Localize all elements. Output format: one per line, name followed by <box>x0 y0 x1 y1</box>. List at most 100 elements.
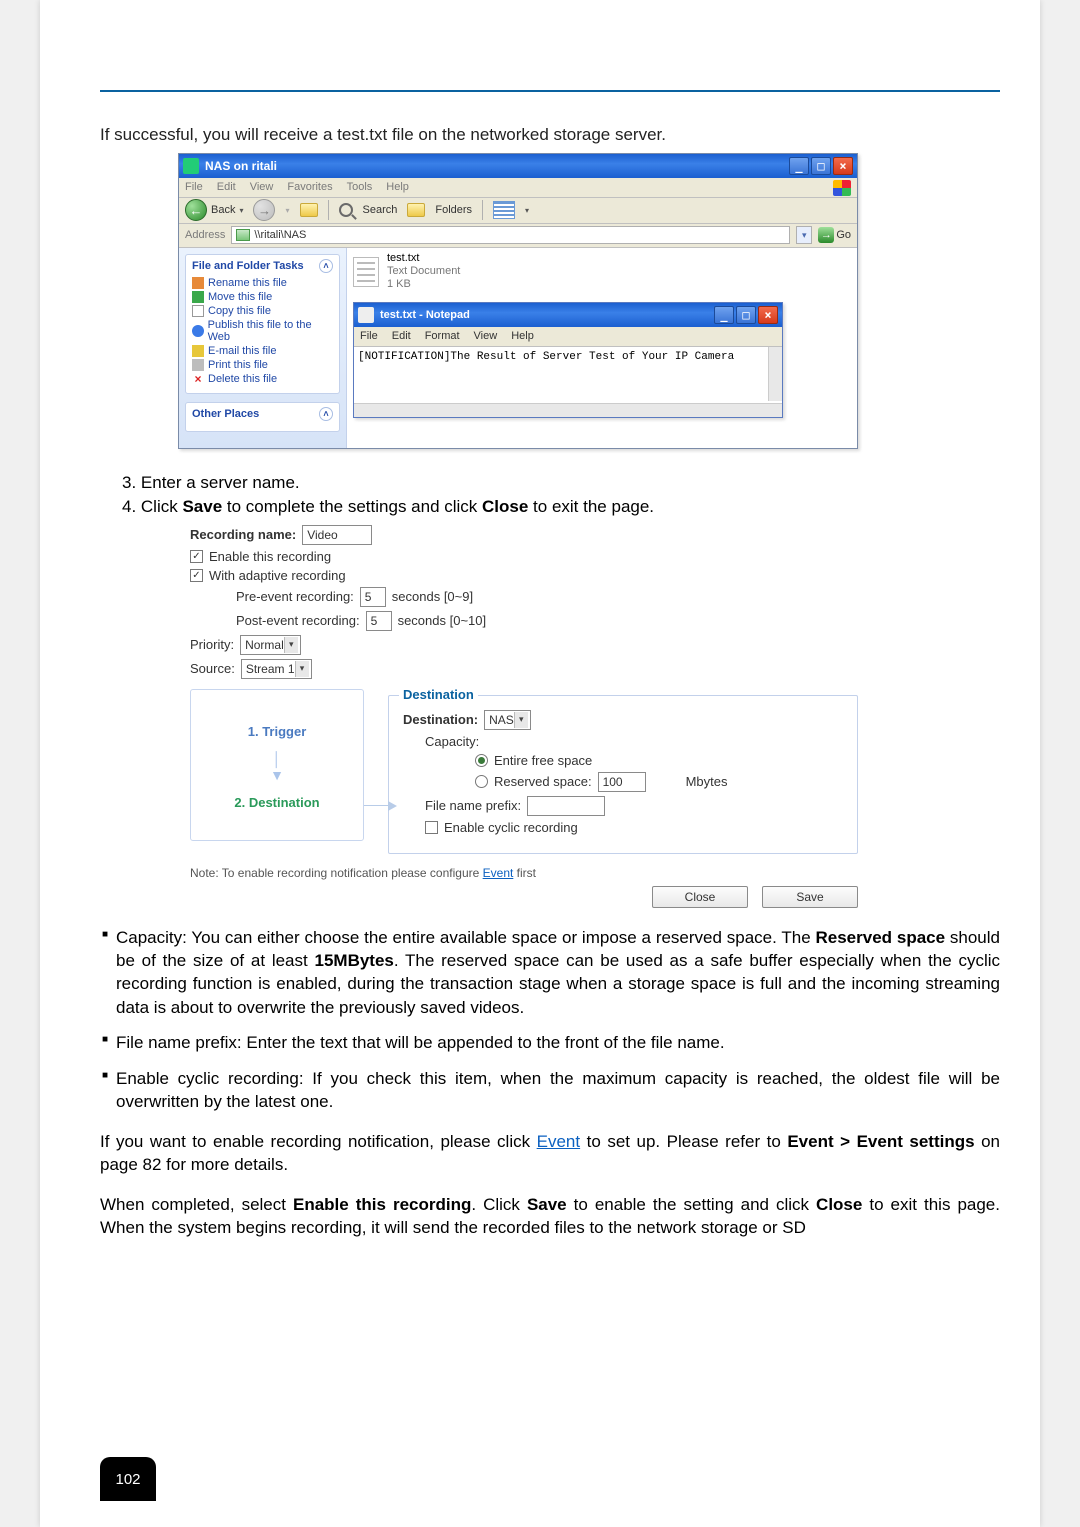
source-select[interactable]: Stream 1▾ <box>241 659 312 679</box>
menu-favorites[interactable]: Favorites <box>287 181 332 193</box>
adaptive-checkbox[interactable] <box>190 569 203 582</box>
explorer-title: NAS on ritali <box>205 159 277 173</box>
windows-flag-icon <box>833 180 851 196</box>
flow-connector <box>364 805 388 806</box>
address-bar: Address \\ritali\NAS ▾ → Go <box>179 224 857 248</box>
task-move[interactable]: Move this file <box>192 291 333 303</box>
flow-down-arrow-icon: │▼ <box>195 751 359 783</box>
file-type: Text Document <box>387 265 460 278</box>
enable-recording-label: Enable this recording <box>209 549 331 564</box>
back-button[interactable]: ← <box>185 199 207 221</box>
destination-label: Destination: <box>403 712 478 727</box>
go-arrow-icon[interactable]: → <box>818 227 834 243</box>
entire-space-radio[interactable] <box>475 754 488 767</box>
views-button[interactable] <box>493 201 515 219</box>
cyclic-checkbox[interactable] <box>425 821 438 834</box>
file-item[interactable]: test.txt Text Document 1 KB <box>353 252 851 292</box>
task-copy[interactable]: Copy this file <box>192 305 333 317</box>
menu-tools[interactable]: Tools <box>347 181 373 193</box>
prefix-label: File name prefix: <box>425 798 521 813</box>
reserved-space-label: Reserved space: <box>494 774 592 789</box>
bullet-cyclic: Enable cyclic recording: If you check th… <box>102 1067 1000 1114</box>
delete-icon: × <box>192 373 204 385</box>
flow-diagram: 1. Trigger │▼ 2. Destination <box>190 689 364 841</box>
up-folder-icon[interactable] <box>300 203 318 217</box>
notepad-title: test.txt - Notepad <box>380 309 470 321</box>
explorer-window: NAS on ritali _ □ × File Edit View Favor… <box>178 153 858 449</box>
collapse-icon[interactable]: ˄ <box>319 407 333 421</box>
destination-select[interactable]: NAS▾ <box>484 710 531 730</box>
priority-select[interactable]: Normal▾ <box>240 635 301 655</box>
post-event-label: Post-event recording: <box>236 613 360 628</box>
event-link[interactable]: Event <box>483 866 514 880</box>
np-menu-format[interactable]: Format <box>425 330 460 342</box>
adaptive-label: With adaptive recording <box>209 568 346 583</box>
np-menu-file[interactable]: File <box>360 330 378 342</box>
task-publish[interactable]: Publish this file to the Web <box>192 319 333 343</box>
close-button[interactable]: Close <box>652 886 748 908</box>
recording-name-input[interactable]: Video <box>302 525 372 545</box>
file-size: 1 KB <box>387 278 460 291</box>
search-icon[interactable] <box>339 203 353 217</box>
task-rename[interactable]: Rename this file <box>192 277 333 289</box>
notepad-menubar: File Edit Format View Help <box>354 327 782 347</box>
explorer-app-icon <box>183 158 199 174</box>
cyclic-label: Enable cyclic recording <box>444 820 578 835</box>
explorer-task-pane: File and Folder Tasks ˄ Rename this file… <box>179 248 347 448</box>
close-button[interactable]: × <box>833 157 853 175</box>
address-dropdown[interactable]: ▾ <box>796 226 812 244</box>
task-delete[interactable]: ×Delete this file <box>192 373 333 385</box>
post-event-input[interactable]: 5 <box>366 611 392 631</box>
chevron-down-icon: ▾ <box>284 637 298 653</box>
step-4: 4. Click Save to complete the settings a… <box>122 495 1000 519</box>
menu-view[interactable]: View <box>250 181 274 193</box>
bullet-prefix: File name prefix: Enter the text that wi… <box>102 1031 1000 1054</box>
header-band <box>100 20 1000 92</box>
notepad-maximize[interactable]: □ <box>736 306 756 324</box>
note-text: Note: To enable recording notification p… <box>190 866 858 880</box>
explorer-menubar: File Edit View Favorites Tools Help <box>179 178 857 198</box>
task-print[interactable]: Print this file <box>192 359 333 371</box>
back-label: Back <box>211 204 235 216</box>
np-menu-edit[interactable]: Edit <box>392 330 411 342</box>
collapse-icon[interactable]: ˄ <box>319 259 333 273</box>
chevron-down-icon: ▾ <box>514 712 528 728</box>
reserved-space-radio[interactable] <box>475 775 488 788</box>
folders-icon[interactable] <box>407 203 425 217</box>
np-menu-view[interactable]: View <box>474 330 498 342</box>
recording-name-label: Recording name: <box>190 527 296 542</box>
notepad-minimize[interactable]: _ <box>714 306 734 324</box>
menu-help[interactable]: Help <box>386 181 409 193</box>
post-event-unit: seconds [0~10] <box>398 613 487 628</box>
np-menu-help[interactable]: Help <box>511 330 534 342</box>
reserved-space-input[interactable]: 100 <box>598 772 646 792</box>
explorer-titlebar[interactable]: NAS on ritali _ □ × <box>179 154 857 178</box>
recording-settings-dialog: Recording name: Video Enable this record… <box>190 525 858 908</box>
address-input[interactable]: \\ritali\NAS <box>231 226 790 244</box>
source-label: Source: <box>190 661 235 676</box>
enable-recording-checkbox[interactable] <box>190 550 203 563</box>
email-icon <box>192 345 204 357</box>
textfile-icon <box>353 257 379 287</box>
prefix-input[interactable] <box>527 796 605 816</box>
para-event: If you want to enable recording notifica… <box>100 1130 1000 1177</box>
forward-button[interactable]: → <box>253 199 275 221</box>
notepad-body[interactable]: [NOTIFICATION]The Result of Server Test … <box>354 347 782 417</box>
notepad-vscroll[interactable] <box>768 347 782 401</box>
menu-file[interactable]: File <box>185 181 203 193</box>
notepad-icon <box>358 307 374 323</box>
move-icon <box>192 291 204 303</box>
flow-step-trigger: 1. Trigger <box>195 724 359 739</box>
menu-edit[interactable]: Edit <box>217 181 236 193</box>
pre-event-input[interactable]: 5 <box>360 587 386 607</box>
minimize-button[interactable]: _ <box>789 157 809 175</box>
notepad-titlebar[interactable]: test.txt - Notepad _ □ × <box>354 303 782 327</box>
event-link[interactable]: Event <box>537 1132 580 1151</box>
destination-fieldset: Destination Destination: NAS▾ Capacity: … <box>388 695 858 854</box>
maximize-button[interactable]: □ <box>811 157 831 175</box>
notepad-close[interactable]: × <box>758 306 778 324</box>
notepad-hscroll[interactable] <box>354 403 782 417</box>
address-value: \\ritali\NAS <box>254 229 306 241</box>
task-email[interactable]: E-mail this file <box>192 345 333 357</box>
save-button[interactable]: Save <box>762 886 858 908</box>
